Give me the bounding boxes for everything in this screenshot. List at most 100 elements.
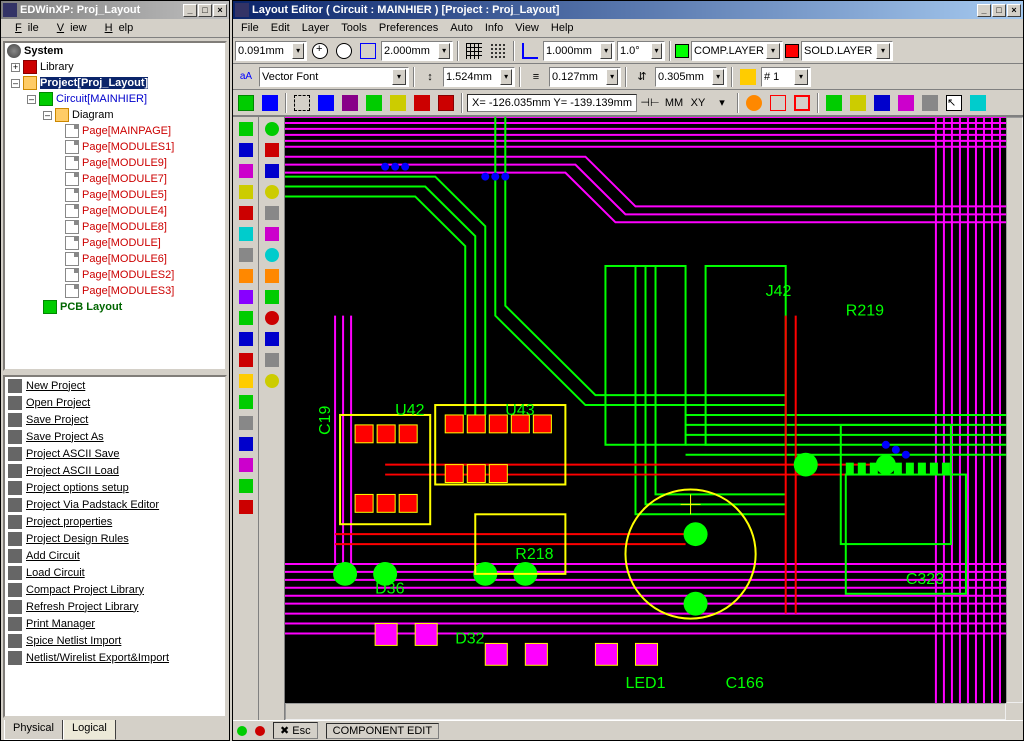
horizontal-scrollbar[interactable]: [285, 703, 1006, 720]
pcb-canvas[interactable]: J42 R219 C19 U42 U43 D36 D32 R218 LED1 C…: [285, 117, 1006, 703]
tool-icon[interactable]: [871, 92, 893, 114]
fill-tool-icon[interactable]: [339, 92, 361, 114]
minimize-button[interactable]: _: [183, 4, 197, 17]
line-width-icon[interactable]: ≡: [525, 66, 547, 88]
tree-page[interactable]: Page[MODULE5]: [82, 189, 167, 201]
action-project-options-setup[interactable]: Project options setup: [5, 479, 225, 496]
snap-icon[interactable]: [357, 40, 379, 62]
action-save-project[interactable]: Save Project: [5, 411, 225, 428]
menu-help[interactable]: Help: [545, 20, 580, 36]
grid-combo[interactable]: ▾: [381, 41, 453, 61]
tool-icon[interactable]: [363, 92, 385, 114]
maximize-button[interactable]: □: [992, 4, 1006, 17]
expand-toggle[interactable]: –: [11, 79, 20, 88]
tree-pcb[interactable]: PCB Layout: [60, 301, 122, 313]
spacing-input[interactable]: [658, 71, 712, 83]
vtool-3[interactable]: [235, 182, 257, 202]
vtool2-0[interactable]: [261, 119, 283, 139]
vtool-12[interactable]: [235, 371, 257, 391]
text-height-input[interactable]: [446, 71, 500, 83]
vtool2-12[interactable]: [261, 371, 283, 391]
tree-page[interactable]: Page[MODULES1]: [82, 141, 174, 153]
action-open-project[interactable]: Open Project: [5, 394, 225, 411]
step-combo[interactable]: ▾: [543, 41, 615, 61]
vtool-0[interactable]: [235, 119, 257, 139]
tool-icon[interactable]: [743, 92, 765, 114]
vtool-15[interactable]: [235, 434, 257, 454]
vertical-scrollbar[interactable]: [1006, 117, 1023, 703]
vtool-16[interactable]: [235, 455, 257, 475]
tree-page[interactable]: Page[MODULE7]: [82, 173, 167, 185]
vtool-7[interactable]: [235, 266, 257, 286]
unit-toggle[interactable]: MM: [663, 92, 685, 114]
action-new-project[interactable]: New Project: [5, 377, 225, 394]
tree-page[interactable]: Page[MODULES3]: [82, 285, 174, 297]
close-button[interactable]: ×: [213, 4, 227, 17]
vtool-6[interactable]: [235, 245, 257, 265]
tool-icon[interactable]: [259, 92, 281, 114]
tree-project[interactable]: Project[Proj_Layout]: [40, 77, 148, 89]
tree-page[interactable]: Page[MODULE8]: [82, 221, 167, 233]
menu-info[interactable]: Info: [479, 20, 509, 36]
tab-physical[interactable]: Physical: [4, 720, 63, 740]
action-compact-project-library[interactable]: Compact Project Library: [5, 581, 225, 598]
vtool2-4[interactable]: [261, 203, 283, 223]
text-tool-icon[interactable]: aA: [235, 66, 257, 88]
dropdown-icon[interactable]: ▾: [711, 92, 733, 114]
vtool2-1[interactable]: [261, 140, 283, 160]
vtool2-11[interactable]: [261, 350, 283, 370]
line-width-combo[interactable]: ▾: [549, 67, 621, 87]
action-load-circuit[interactable]: Load Circuit: [5, 564, 225, 581]
tree-library[interactable]: Library: [40, 61, 74, 73]
book-tool-icon[interactable]: [435, 92, 457, 114]
close-button[interactable]: ×: [1007, 4, 1021, 17]
tool-icon[interactable]: [823, 92, 845, 114]
line-width-input[interactable]: [552, 71, 606, 83]
zoom-out-icon[interactable]: [333, 40, 355, 62]
vtool-1[interactable]: [235, 140, 257, 160]
menu-edit[interactable]: Edit: [265, 20, 296, 36]
vtool2-2[interactable]: [261, 161, 283, 181]
titlebar[interactable]: Layout Editor ( Circuit : MAINHIER ) [Pr…: [233, 1, 1023, 19]
coord-mode-icon[interactable]: ⊣⊢: [639, 92, 661, 114]
tool-icon[interactable]: [967, 92, 989, 114]
vtool-4[interactable]: [235, 203, 257, 223]
comp-layer-swatch[interactable]: [675, 44, 689, 58]
sold-layer-swatch[interactable]: [785, 44, 799, 58]
height-icon[interactable]: ↕: [419, 66, 441, 88]
maximize-button[interactable]: □: [198, 4, 212, 17]
sold-layer-combo[interactable]: SOLD.LAYER▾: [801, 41, 893, 61]
comp-tool-icon[interactable]: [235, 92, 257, 114]
action-project-design-rules[interactable]: Project Design Rules: [5, 530, 225, 547]
menu-file[interactable]: File: [3, 20, 45, 36]
angle-combo[interactable]: ▾: [617, 41, 665, 61]
grid-input[interactable]: [384, 45, 438, 57]
vtool2-10[interactable]: [261, 329, 283, 349]
tab-logical[interactable]: Logical: [63, 720, 116, 740]
vtool2-9[interactable]: [261, 308, 283, 328]
zoom-in-icon[interactable]: +: [309, 40, 331, 62]
tree-system[interactable]: System: [24, 45, 63, 57]
tree-page[interactable]: Page[MAINPAGE]: [82, 125, 171, 137]
vtool-5[interactable]: [235, 224, 257, 244]
tree-page[interactable]: Page[MODULE]: [82, 237, 161, 249]
expand-toggle[interactable]: –: [43, 111, 52, 120]
tree-diagram[interactable]: Diagram: [72, 109, 114, 121]
expand-toggle[interactable]: +: [11, 63, 20, 72]
spacing-combo[interactable]: ▾: [655, 67, 727, 87]
step-input[interactable]: [546, 45, 600, 57]
comp-layer-combo[interactable]: COMP.LAYER▾: [691, 41, 783, 61]
vtool2-5[interactable]: [261, 224, 283, 244]
hash-combo[interactable]: # 1▾: [761, 67, 811, 87]
grid-toggle-icon[interactable]: [463, 40, 485, 62]
spacing-icon[interactable]: ⇵: [631, 66, 653, 88]
vtool-14[interactable]: [235, 413, 257, 433]
vtool-10[interactable]: [235, 329, 257, 349]
action-project-ascii-load[interactable]: Project ASCII Load: [5, 462, 225, 479]
tool-icon[interactable]: [919, 92, 941, 114]
tree-circuit[interactable]: Circuit[MAINHIER]: [56, 93, 147, 105]
vtool-18[interactable]: [235, 497, 257, 517]
action-add-circuit[interactable]: Add Circuit: [5, 547, 225, 564]
minimize-button[interactable]: _: [977, 4, 991, 17]
action-project-ascii-save[interactable]: Project ASCII Save: [5, 445, 225, 462]
